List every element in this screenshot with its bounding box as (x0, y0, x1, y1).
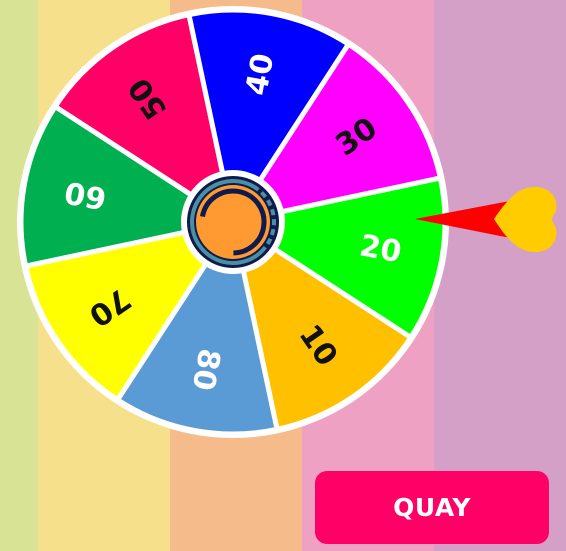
hub-core (196, 185, 270, 259)
spin-button[interactable]: QUAY (315, 471, 549, 544)
pointer-heart (494, 186, 557, 253)
wheel-segment-label: 20 (357, 228, 404, 270)
wheel-segment-label: 60 (62, 174, 109, 216)
wheel-area: 201080706050 4030 (17, 6, 557, 438)
wheel-segment-label: 40 (239, 51, 281, 98)
wheel-segment-label: 80 (185, 346, 227, 393)
